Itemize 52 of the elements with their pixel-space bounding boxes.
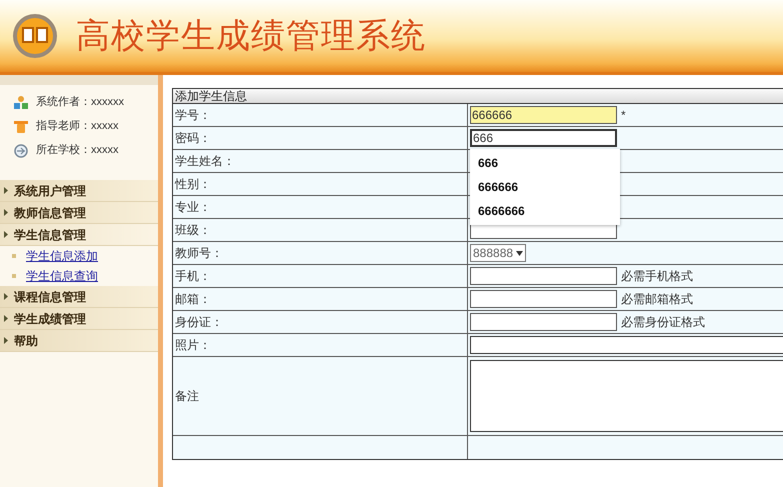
chevron-icon [4,293,8,300]
submenu-link[interactable]: 学生信息添加 [26,247,98,265]
text-field[interactable] [470,267,617,285]
menu-group[interactable]: 教师信息管理 [0,202,158,224]
field-label: 备注 [175,388,199,405]
hint-text: * [621,107,626,124]
hat-icon [14,120,28,132]
caret-icon [516,250,524,256]
info-text: 指导老师：xxxxx [36,119,118,134]
photo-field[interactable] [470,336,783,354]
field-label: 专业： [175,199,211,216]
info-text: 系统作者：xxxxxx [36,94,124,110]
bullet-icon [12,274,16,278]
text-field[interactable] [470,290,617,308]
chevron-icon [4,337,8,344]
chevron-icon [4,315,8,322]
menu-group[interactable]: 课程信息管理 [0,286,158,308]
field-label: 密码： [175,130,211,147]
field-label: 照片： [175,337,211,354]
suggestion-item[interactable]: 6666666 [470,199,620,223]
teacher-select[interactable]: 888888 [470,244,526,262]
hint-text: 必需邮箱格式 [621,291,693,308]
logo-icon [12,13,58,59]
chevron-icon [4,209,8,216]
field-label: 学号： [175,107,211,124]
form-title: 添加学生信息 [175,88,247,105]
hint-text: 必需身份证格式 [621,314,705,331]
field-label: 学生姓名： [175,153,235,170]
bullet-icon [12,254,16,258]
chevron-icon [4,187,8,194]
menu-group[interactable]: 学生成绩管理 [0,308,158,330]
text-field[interactable]: 666 [470,129,617,147]
text-field[interactable]: 666666 [470,106,617,124]
menu-group[interactable]: 帮助 [0,330,158,352]
submenu-link[interactable]: 学生信息查询 [26,267,98,285]
field-label: 性别： [175,176,211,193]
remark-textarea[interactable] [470,360,783,432]
text-field[interactable] [470,313,617,331]
field-label: 手机： [175,268,211,285]
system-title: 高校学生成绩管理系统 [76,14,426,58]
people-icon [14,96,28,109]
field-label: 邮箱： [175,291,211,308]
chevron-icon [4,231,8,238]
hint-text: 必需手机格式 [621,268,693,285]
field-label: 教师号： [175,245,223,262]
menu-group[interactable]: 系统用户管理 [0,180,158,202]
info-text: 所在学校：xxxxx [36,143,118,158]
suggestion-item[interactable]: 666666 [470,175,620,199]
suggestion-item[interactable]: 666 [470,151,620,175]
menu-group[interactable]: 学生信息管理 [0,224,158,246]
field-label: 身份证： [175,314,223,331]
field-label: 班级： [175,222,211,239]
